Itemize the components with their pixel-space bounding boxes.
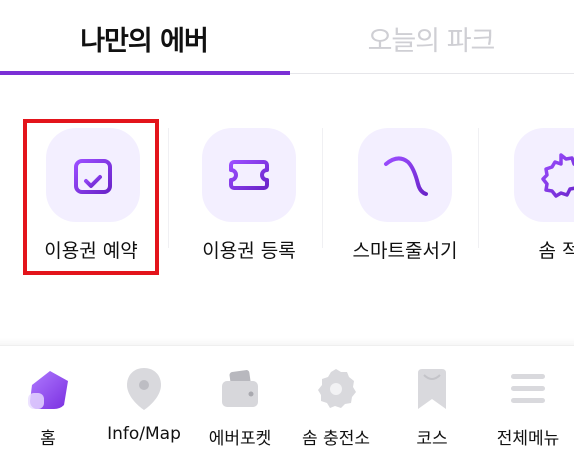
quick-item-som-earn[interactable]: 솜 적 [484,110,574,280]
barcode-badge-icon [514,128,574,222]
roller-coaster-icon [358,128,452,222]
nav-all-menu[interactable]: 전체메뉴 [480,346,574,474]
nav-course[interactable]: 코스 [384,346,480,474]
nav-ever-pocket[interactable]: 에버포켓 [192,346,288,474]
nav-info-map[interactable]: Info/Map [96,346,192,474]
app-screen: 나만의 에버 오늘의 파크 이용권 예약 이용권 등록 스마트줄서기 솜 적 홈… [0,0,574,474]
quick-divider [322,128,323,248]
tab-my-ever[interactable]: 나만의 에버 [0,14,288,62]
tab-today-park[interactable]: 오늘의 파크 [288,14,574,62]
nav-som-charge[interactable]: 솜 충전소 [288,346,384,474]
nav-home[interactable]: 홈 [0,346,96,474]
nav-label: 코스 [416,429,448,449]
selection-highlight-box [23,119,159,275]
quick-item-smart-queue[interactable]: 스마트줄서기 [330,110,480,280]
bottom-navigation: 홈 Info/Map 에버포켓 솜 충전소 코스 전체메뉴 [0,345,574,474]
nav-label: 에버포켓 [208,429,272,449]
quick-item-label: 이용권 등록 [202,240,296,262]
quick-divider [168,128,169,248]
quick-item-ticket-register[interactable]: 이용권 등록 [174,110,324,280]
quick-item-label: 솜 적 [538,240,574,262]
quick-item-label: 스마트줄서기 [352,240,458,262]
home-icon [23,364,73,414]
map-pin-icon [119,364,169,414]
quick-divider [478,128,479,248]
wallet-icon [215,364,265,414]
coin-charge-icon [311,364,361,414]
hamburger-menu-icon [503,364,553,414]
nav-label: 전체메뉴 [496,429,560,449]
nav-label: 홈 [40,429,56,449]
bookmark-icon [407,364,457,414]
nav-label: 솜 충전소 [302,429,370,449]
active-tab-indicator [0,71,290,75]
ticket-plus-icon [202,128,296,222]
top-tab-bar: 나만의 에버 오늘의 파크 [0,0,574,76]
nav-label: Info/Map [107,424,181,444]
